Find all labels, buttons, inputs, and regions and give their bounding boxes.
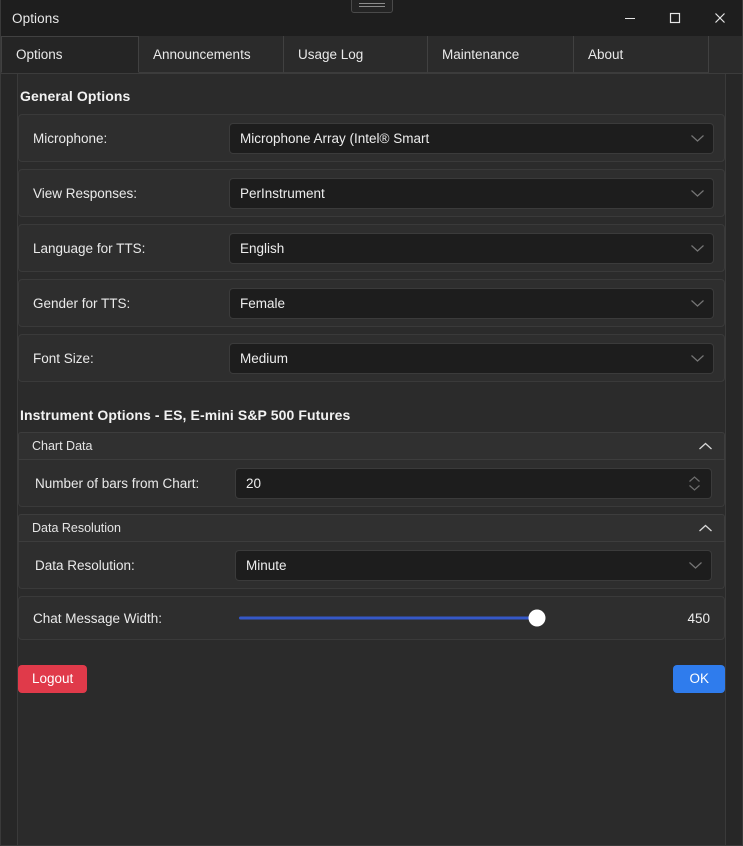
gender-for-tts-label: Gender for TTS: bbox=[33, 296, 229, 311]
view-responses-label: View Responses: bbox=[33, 186, 229, 201]
tab-strip: Options Announcements Usage Log Maintena… bbox=[1, 36, 742, 74]
row-view-responses: View Responses: PerInstrument bbox=[18, 169, 725, 217]
font-size-label: Font Size: bbox=[33, 351, 229, 366]
chevron-down-icon bbox=[690, 354, 705, 363]
tab-label: Announcements bbox=[153, 47, 251, 62]
options-window: Options Option bbox=[0, 0, 743, 846]
row-number-of-bars: Number of bars from Chart: 20 bbox=[19, 460, 724, 506]
maximize-button[interactable] bbox=[652, 0, 697, 36]
chat-message-width-label: Chat Message Width: bbox=[33, 611, 239, 626]
data-resolution-value: Minute bbox=[246, 558, 688, 573]
chat-message-width-slider[interactable] bbox=[239, 608, 664, 628]
expander-chart-data[interactable]: Chart Data bbox=[18, 432, 725, 460]
tab-options[interactable]: Options bbox=[1, 36, 139, 73]
expander-chart-data-body: Number of bars from Chart: 20 bbox=[18, 460, 725, 507]
tab-label: About bbox=[588, 47, 623, 62]
close-button[interactable] bbox=[697, 0, 742, 36]
data-resolution-combobox[interactable]: Minute bbox=[235, 550, 712, 581]
instrument-options-heading: Instrument Options - ES, E-mini S&P 500 … bbox=[18, 389, 725, 432]
window-drag-grip[interactable] bbox=[351, 0, 393, 13]
language-for-tts-value: English bbox=[240, 241, 690, 256]
chevron-down-icon bbox=[690, 134, 705, 143]
chevron-up-icon[interactable] bbox=[688, 476, 701, 483]
expander-data-resolution-body: Data Resolution: Minute bbox=[18, 542, 725, 589]
spinner-arrows[interactable] bbox=[688, 476, 701, 491]
font-size-combobox[interactable]: Medium bbox=[229, 343, 714, 374]
expander-chart-data-title: Chart Data bbox=[32, 439, 698, 453]
title-bar: Options bbox=[1, 0, 742, 36]
close-icon bbox=[714, 12, 726, 24]
microphone-label: Microphone: bbox=[33, 131, 229, 146]
tab-label: Maintenance bbox=[442, 47, 519, 62]
gender-for-tts-combobox[interactable]: Female bbox=[229, 288, 714, 319]
expander-data-resolution[interactable]: Data Resolution bbox=[18, 514, 725, 542]
tab-maintenance[interactable]: Maintenance bbox=[428, 36, 574, 73]
chat-message-width-value: 450 bbox=[676, 611, 710, 626]
minimize-button[interactable] bbox=[607, 0, 652, 36]
row-chat-message-width: Chat Message Width: 450 bbox=[18, 596, 725, 640]
row-font-size: Font Size: Medium bbox=[18, 334, 725, 382]
tab-about[interactable]: About bbox=[574, 36, 709, 73]
row-language-for-tts: Language for TTS: English bbox=[18, 224, 725, 272]
view-responses-value: PerInstrument bbox=[240, 186, 690, 201]
microphone-value: Microphone Array (Intel® Smart bbox=[240, 131, 690, 146]
tab-usage-log[interactable]: Usage Log bbox=[284, 36, 428, 73]
window-title: Options bbox=[1, 11, 59, 26]
slider-thumb[interactable] bbox=[528, 610, 545, 627]
maximize-icon bbox=[669, 12, 681, 24]
tab-announcements[interactable]: Announcements bbox=[139, 36, 284, 73]
row-microphone: Microphone: Microphone Array (Intel® Sma… bbox=[18, 114, 725, 162]
slider-track-fill bbox=[239, 617, 537, 620]
gender-for-tts-value: Female bbox=[240, 296, 690, 311]
number-of-bars-label: Number of bars from Chart: bbox=[35, 476, 235, 491]
number-of-bars-value: 20 bbox=[246, 476, 688, 491]
minimize-icon bbox=[624, 12, 636, 24]
chevron-up-icon bbox=[698, 524, 713, 533]
row-gender-for-tts: Gender for TTS: Female bbox=[18, 279, 725, 327]
chevron-down-icon[interactable] bbox=[688, 484, 701, 491]
view-responses-combobox[interactable]: PerInstrument bbox=[229, 178, 714, 209]
logout-button[interactable]: Logout bbox=[18, 665, 87, 693]
grip-line bbox=[359, 3, 385, 4]
footer-actions: Logout OK bbox=[18, 647, 725, 693]
grip-line bbox=[359, 6, 385, 7]
ok-button[interactable]: OK bbox=[673, 665, 725, 693]
tab-label: Options bbox=[16, 47, 63, 62]
number-of-bars-input[interactable]: 20 bbox=[235, 468, 712, 499]
general-options-heading: General Options bbox=[18, 74, 725, 114]
chevron-down-icon bbox=[690, 299, 705, 308]
language-for-tts-label: Language for TTS: bbox=[33, 241, 229, 256]
options-panel: General Options Microphone: Microphone A… bbox=[17, 74, 726, 845]
window-controls bbox=[607, 0, 742, 36]
language-for-tts-combobox[interactable]: English bbox=[229, 233, 714, 264]
chevron-down-icon bbox=[688, 561, 703, 570]
chevron-up-icon bbox=[698, 442, 713, 451]
expander-data-resolution-title: Data Resolution bbox=[32, 521, 698, 535]
chevron-down-icon bbox=[690, 244, 705, 253]
font-size-value: Medium bbox=[240, 351, 690, 366]
row-data-resolution: Data Resolution: Minute bbox=[19, 542, 724, 588]
tab-label: Usage Log bbox=[298, 47, 363, 62]
microphone-combobox[interactable]: Microphone Array (Intel® Smart bbox=[229, 123, 714, 154]
data-resolution-label: Data Resolution: bbox=[35, 558, 235, 573]
chevron-down-icon bbox=[690, 189, 705, 198]
